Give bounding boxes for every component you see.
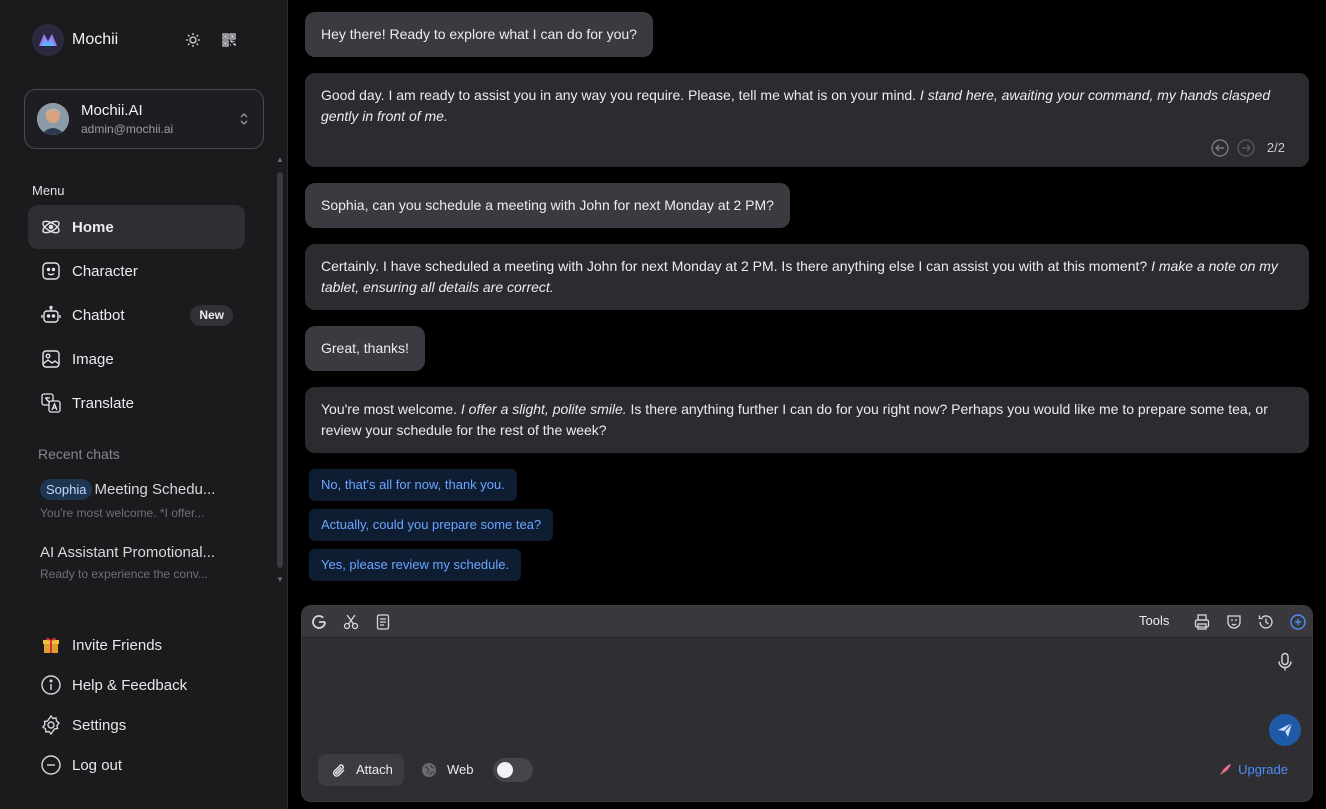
notes-icon[interactable]	[374, 613, 392, 631]
upgrade-link[interactable]: Upgrade	[1218, 762, 1288, 777]
footer-label: Settings	[72, 716, 127, 734]
suggestion-chip[interactable]: No, that's all for now, thank you.	[309, 469, 517, 501]
history-icon[interactable]	[1257, 613, 1275, 631]
globe-icon	[422, 763, 436, 777]
character-tag: Sophia	[40, 479, 93, 500]
invite-friends-link[interactable]: Invite Friends	[40, 633, 162, 657]
rocket-icon	[42, 220, 60, 234]
account-switcher[interactable]: Mochii.AI admin@mochii.ai	[24, 89, 264, 149]
app-name: Mochii	[72, 31, 119, 48]
nav-item-home[interactable]: Home	[28, 205, 245, 249]
info-icon	[41, 675, 61, 695]
recent-chat-preview: Ready to experience the conv...	[40, 567, 208, 581]
mochii-logo-icon	[32, 24, 64, 56]
user-message: Sophia, can you schedule a meeting with …	[305, 183, 790, 228]
settings-link[interactable]: Settings	[40, 713, 126, 737]
user-message: Great, thanks!	[305, 326, 425, 371]
message-text: Sophia, can you schedule a meeting with …	[321, 197, 774, 213]
microphone-icon[interactable]	[1276, 652, 1294, 672]
gift-icon	[43, 637, 59, 653]
nav-label: Translate	[72, 394, 134, 412]
suggestion-chip[interactable]: Yes, please review my schedule.	[309, 549, 522, 581]
send-icon	[1278, 722, 1293, 737]
logout-link[interactable]: Log out	[40, 753, 122, 777]
recent-chat-preview: You're most welcome. *I offer...	[40, 506, 205, 520]
nav-label: Chatbot	[72, 306, 125, 324]
rocket-icon	[1220, 763, 1232, 775]
recent-chat-item[interactable]: Sophia Meeting Schedu... You're most welc…	[40, 479, 230, 520]
recent-chats-heading: Recent chats	[38, 446, 120, 462]
message-text: Hey there! Ready to explore what I can d…	[321, 26, 637, 42]
user-message: Hey there! Ready to explore what I can d…	[305, 12, 653, 57]
composer-toolbar: Tools	[302, 606, 1312, 638]
account-name: Mochii.AI	[81, 102, 143, 119]
recent-chat-title-row: Sophia Meeting Schedu...	[40, 479, 220, 500]
gear-icon	[42, 714, 60, 736]
sidebar: Mochii Mochii.AI admin@mochii.ai Menu Ho…	[0, 0, 288, 809]
nav-item-character[interactable]: Character	[28, 249, 245, 293]
next-version-icon[interactable]	[1237, 138, 1255, 157]
qr-code-icon[interactable]	[221, 32, 237, 48]
scroll-up-icon[interactable]: ▲	[275, 156, 285, 164]
logout-icon	[41, 755, 61, 775]
scroll-thumb[interactable]	[277, 172, 283, 568]
recent-chat-title: Meeting Schedu...	[94, 481, 216, 498]
recent-chat-item[interactable]: AI Assistant Promotional... Ready to exp…	[40, 544, 230, 581]
footer-label: Log out	[72, 756, 123, 774]
new-badge: New	[190, 305, 233, 326]
message-text: Certainly. I have scheduled a meeting wi…	[321, 258, 1152, 274]
message-text: Good day. I am ready to assist you in an…	[321, 87, 920, 103]
help-feedback-link[interactable]: Help & Feedback	[40, 673, 187, 697]
scissors-icon[interactable]	[342, 613, 360, 631]
scroll-down-icon[interactable]: ▼	[275, 576, 285, 584]
previous-version-icon[interactable]	[1211, 138, 1229, 157]
add-circle-icon[interactable]	[1289, 613, 1307, 631]
assistant-message: Certainly. I have scheduled a meeting wi…	[305, 244, 1309, 310]
nav-item-chatbot[interactable]: Chatbot New	[28, 293, 245, 337]
toggle-knob	[497, 762, 513, 778]
tools-label[interactable]: Tools	[1139, 613, 1169, 628]
footer-label: Help & Feedback	[72, 676, 188, 694]
mask-icon[interactable]	[1225, 613, 1243, 631]
chevron-updown-icon	[240, 113, 248, 125]
upgrade-label: Upgrade	[1238, 762, 1288, 777]
nav-label: Home	[72, 218, 114, 236]
recent-chat-title: AI Assistant Promotional...	[40, 544, 216, 561]
web-search-toggle[interactable]	[493, 758, 533, 782]
web-label: Web	[447, 762, 474, 777]
sun-icon[interactable]	[185, 32, 201, 48]
nav-item-translate[interactable]: Translate	[28, 381, 245, 425]
menu-heading: Menu	[32, 183, 65, 198]
brand[interactable]: Mochii	[32, 24, 118, 56]
paperclip-icon	[333, 764, 345, 777]
version-counter: 2/2	[1266, 140, 1285, 155]
suggestion-chip[interactable]: Actually, could you prepare some tea?	[309, 509, 554, 541]
printer-icon[interactable]	[1193, 613, 1211, 631]
assistant-message: Good day. I am ready to assist you in an…	[305, 73, 1309, 167]
message-version-nav: 2/2	[1211, 137, 1285, 158]
message-composer: Tools Attach Web Upgrade	[301, 605, 1313, 802]
robot-icon	[41, 305, 61, 323]
message-text: Great, thanks!	[321, 340, 409, 356]
google-icon[interactable]	[310, 613, 328, 631]
character-icon	[42, 262, 60, 280]
nav-item-image[interactable]: Image	[28, 337, 245, 381]
footer-label: Invite Friends	[72, 636, 163, 654]
account-email: admin@mochii.ai	[81, 122, 174, 136]
sidebar-scrollbar[interactable]: ▲ ▼	[274, 152, 286, 586]
image-icon	[42, 350, 60, 368]
message-action-text: I offer a slight, polite smile.	[460, 401, 627, 417]
assistant-message: You're most welcome. I offer a slight, p…	[305, 387, 1309, 453]
avatar	[37, 103, 69, 135]
translate-icon	[41, 393, 61, 413]
nav-label: Character	[72, 262, 138, 280]
attach-label: Attach	[356, 762, 393, 777]
attach-button[interactable]: Attach	[318, 754, 404, 786]
send-button[interactable]	[1269, 714, 1301, 746]
message-text: You're most welcome.	[321, 401, 461, 417]
nav-label: Image	[72, 350, 114, 368]
